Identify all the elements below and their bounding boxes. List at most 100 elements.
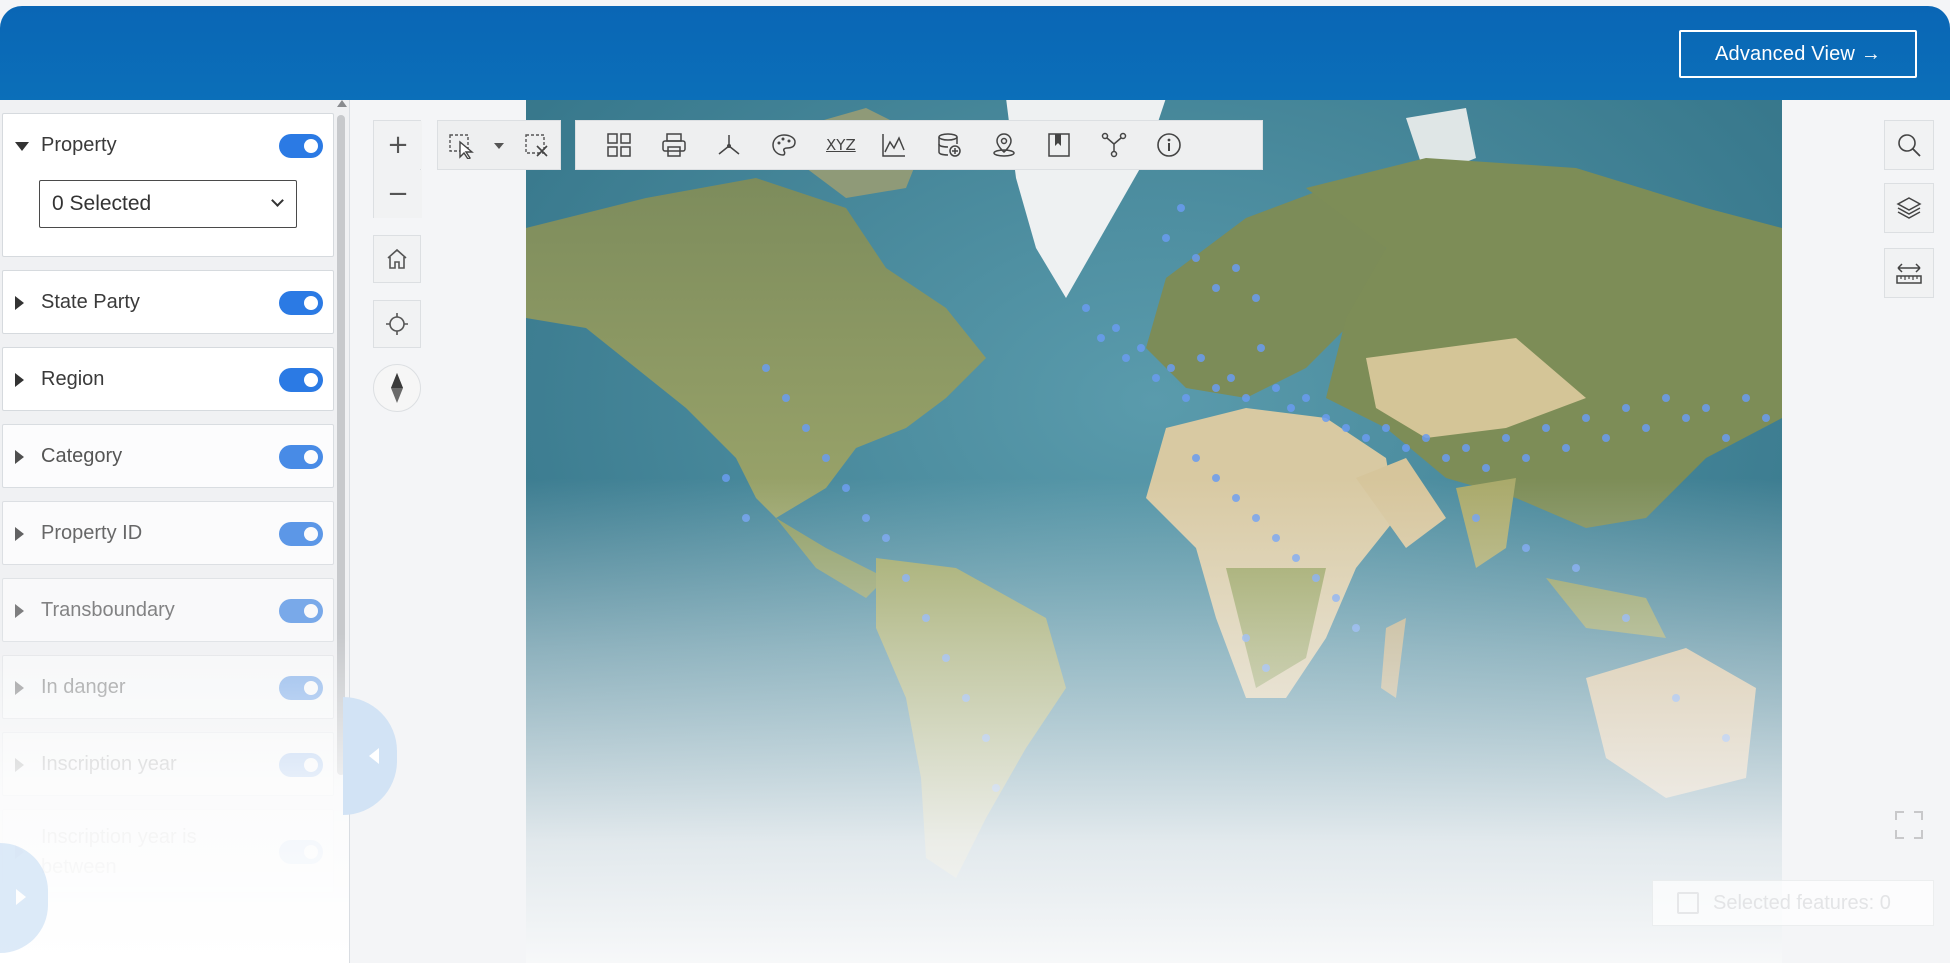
search-icon <box>1898 134 1921 157</box>
filter-toggle[interactable] <box>279 753 323 777</box>
add-data-icon <box>938 133 961 157</box>
symbology-icon <box>772 134 796 156</box>
caret-down-icon <box>494 143 504 149</box>
filter-toggle[interactable] <box>279 599 323 623</box>
filter-label: Category <box>41 445 123 467</box>
elevation-profile-button[interactable] <box>881 120 936 170</box>
filter-region[interactable]: Region <box>2 347 334 411</box>
chevron-right-icon <box>16 889 26 905</box>
header-bar: Advanced View → <box>0 6 1950 100</box>
expand-caret-icon[interactable] <box>15 373 24 387</box>
fullscreen-icon <box>1895 811 1923 839</box>
home-icon <box>387 248 407 269</box>
zoom-controls: + − <box>373 120 422 218</box>
compass-button[interactable] <box>373 364 421 412</box>
compass-icon <box>391 373 403 403</box>
chevron-left-icon <box>369 748 379 764</box>
map-toolbar: XYZ <box>575 120 1263 170</box>
filter-inscription-year[interactable]: Inscription year <box>2 732 334 796</box>
elevation-profile-icon <box>882 134 905 157</box>
expand-caret-icon[interactable] <box>15 527 24 541</box>
filter-label: Transboundary <box>41 599 175 621</box>
expand-caret-icon[interactable] <box>15 681 24 695</box>
bookmark-icon <box>1048 133 1070 157</box>
zoom-in-button[interactable]: + <box>374 121 422 169</box>
property-select-value: 0 Selected <box>52 192 152 215</box>
layers-button[interactable] <box>1884 183 1934 233</box>
filter-label: Property ID <box>41 522 143 544</box>
clear-selection-button[interactable] <box>524 133 550 164</box>
info-icon <box>1157 133 1181 157</box>
filter-toggle[interactable] <box>279 368 323 392</box>
measure-button[interactable] <box>716 120 771 170</box>
bookmarks-button[interactable] <box>1046 120 1101 170</box>
add-data-button[interactable] <box>936 120 991 170</box>
filter-property[interactable]: Property 0 Selected <box>2 113 334 257</box>
share-button[interactable] <box>1101 120 1156 170</box>
print-icon <box>662 133 686 157</box>
collapse-panel-button[interactable] <box>343 697 397 815</box>
symbology-button[interactable] <box>771 120 826 170</box>
select-dropdown-button[interactable] <box>494 143 504 149</box>
filter-property-id[interactable]: Property ID <box>2 501 334 565</box>
filter-toggle[interactable] <box>279 676 323 700</box>
filter-inscription-year-between[interactable]: Inscription year is between <box>2 809 334 893</box>
selection-toolbar <box>437 120 561 170</box>
selected-features-badge[interactable]: Selected features: 0 <box>1652 880 1934 926</box>
filter-label: In danger <box>41 676 126 698</box>
xyz-icon: XYZ <box>826 136 856 154</box>
measure-distance-icon <box>1896 263 1922 284</box>
measure-icon <box>718 135 740 155</box>
filter-panel: Property 0 Selected State Party Region C… <box>0 100 350 963</box>
basemap-gallery-button[interactable] <box>606 120 661 170</box>
filter-label: Inscription year is between <box>41 826 197 878</box>
filter-in-danger[interactable]: In danger <box>2 655 334 719</box>
chevron-down-icon <box>271 194 284 207</box>
coordinates-button[interactable]: XYZ <box>826 120 881 170</box>
scroll-up-arrow[interactable] <box>337 100 347 107</box>
search-button[interactable] <box>1884 120 1934 170</box>
filter-category[interactable]: Category <box>2 424 334 488</box>
filter-list: Property 0 Selected State Party Region C… <box>2 113 334 906</box>
measure-distance-button[interactable] <box>1884 248 1934 298</box>
plus-icon: + <box>387 130 409 160</box>
zoom-out-button[interactable]: − <box>374 170 422 218</box>
map-view[interactable] <box>526 98 1782 963</box>
home-button[interactable] <box>373 235 421 283</box>
filter-state-party[interactable]: State Party <box>2 270 334 334</box>
expand-caret-icon[interactable] <box>15 296 24 310</box>
locate-button[interactable] <box>373 300 421 348</box>
print-button[interactable] <box>661 120 716 170</box>
collapse-caret-icon[interactable] <box>15 142 29 151</box>
filter-toggle[interactable] <box>279 522 323 546</box>
info-button[interactable] <box>1156 120 1211 170</box>
expand-caret-icon[interactable] <box>15 604 24 618</box>
select-button[interactable] <box>448 133 478 164</box>
expand-caret-icon[interactable] <box>15 758 24 772</box>
app-window: Advanced View → Property 0 Selected Stat… <box>0 0 1950 963</box>
filter-panel-scrollbar[interactable] <box>337 115 345 775</box>
fullscreen-button[interactable] <box>1894 810 1924 840</box>
filter-label: Inscription year <box>41 753 177 775</box>
filter-label: Region <box>41 368 105 390</box>
filter-toggle[interactable] <box>279 291 323 315</box>
grid-icon <box>607 133 631 157</box>
location-button[interactable] <box>991 120 1046 170</box>
filter-label: State Party <box>41 291 140 313</box>
filter-label: Property <box>41 134 117 156</box>
minus-icon: − <box>387 179 409 209</box>
filter-transboundary[interactable]: Transboundary <box>2 578 334 642</box>
filter-toggle[interactable] <box>279 445 323 469</box>
filter-toggle[interactable] <box>279 840 323 864</box>
selected-features-label: Selected features: 0 <box>1713 891 1891 914</box>
expand-caret-icon[interactable] <box>15 450 24 464</box>
location-icon <box>993 133 1015 157</box>
clear-selection-icon <box>525 134 548 157</box>
property-select[interactable]: 0 Selected <box>39 180 297 228</box>
locate-icon <box>386 313 408 335</box>
select-cursor-icon <box>449 134 474 160</box>
advanced-view-button[interactable]: Advanced View → <box>1679 30 1917 78</box>
share-icon <box>1101 132 1127 158</box>
map-fade-overlay <box>526 478 1782 963</box>
filter-toggle[interactable] <box>279 134 323 158</box>
